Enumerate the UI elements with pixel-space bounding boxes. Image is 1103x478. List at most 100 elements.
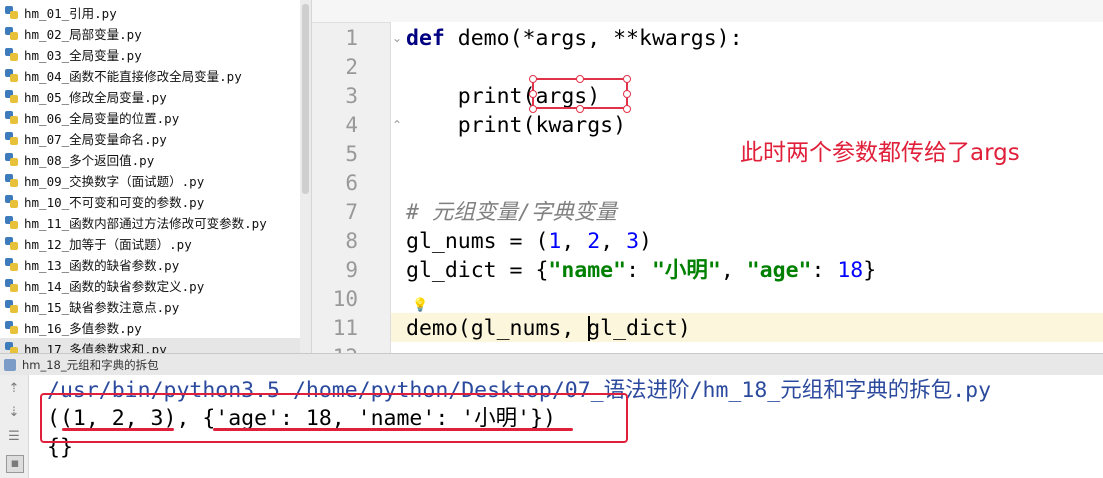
run-panel-header[interactable]: hm_18_元组和字典的拆包: [0, 353, 1103, 376]
code-editor[interactable]: [391, 22, 1103, 353]
line-number: 3: [345, 84, 358, 108]
file-name-label: hm_01_引用.py: [24, 6, 117, 21]
file-tree-item[interactable]: hm_03_全局变量.py: [0, 44, 300, 65]
file-name-label: hm_05_修改全局变量.py: [24, 90, 167, 105]
line-number: 8: [345, 229, 358, 253]
resize-handle: [623, 90, 631, 98]
file-tree-item[interactable]: hm_05_修改全局变量.py: [0, 86, 300, 107]
file-tree-item[interactable]: hm_08_多个返回值.py: [0, 149, 300, 170]
editor-top-bar: [312, 0, 1103, 23]
fold-open-icon[interactable]: ⌄: [392, 31, 402, 45]
code-text: demo(*args, **kwargs):: [444, 26, 743, 51]
python-file-icon: [5, 69, 18, 82]
file-name-label: hm_04_函数不能直接修改全局变量.py: [24, 69, 242, 84]
file-name-label: hm_08_多个返回值.py: [24, 153, 155, 168]
python-file-icon: [5, 6, 18, 19]
string-literal: "name": [548, 258, 627, 283]
file-tree-item[interactable]: hm_17_多值参数求和.py: [0, 338, 300, 353]
line-number: 11: [332, 316, 358, 340]
file-tree-scrollbar[interactable]: [300, 0, 312, 353]
code-text: ,: [561, 229, 588, 254]
lightbulb-icon[interactable]: 💡: [412, 298, 428, 313]
code-text: gl_dict = {: [406, 258, 549, 283]
number-literal: 1: [548, 229, 562, 254]
resize-handle: [576, 105, 584, 113]
scrollbar-thumb[interactable]: [302, 4, 309, 194]
resize-handle: [529, 105, 537, 113]
file-tree-item[interactable]: hm_13_函数的缺省参数.py: [0, 254, 300, 275]
code-text: }: [863, 258, 877, 283]
python-file-icon: [5, 279, 18, 292]
run-toolbar: ⇡ ⇣ ☰ ▪: [0, 375, 29, 478]
python-file-icon: [5, 90, 18, 103]
line-number: 6: [345, 171, 358, 195]
run-config-title: hm_18_元组和字典的拆包: [22, 357, 159, 372]
file-tree-item[interactable]: hm_02_局部变量.py: [0, 23, 300, 44]
code-line-4[interactable]: print(kwargs): [406, 111, 626, 140]
code-text: ,: [720, 258, 747, 283]
file-tree-item[interactable]: hm_09_交换数字（面试题）.py: [0, 170, 300, 191]
line-number: 7: [345, 200, 358, 224]
line-number: 2: [345, 55, 358, 79]
python-file-icon: [5, 216, 18, 229]
string-literal: "小明": [651, 258, 721, 283]
file-tree-item[interactable]: hm_16_多值参数.py: [0, 317, 300, 338]
code-line-9[interactable]: gl_dict = {"name": "小明", "age": 18}: [406, 256, 876, 285]
number-literal: 3: [626, 229, 640, 254]
line-number: 1: [345, 26, 358, 50]
line-number: 4: [345, 113, 358, 137]
line-number: 9: [345, 258, 358, 282]
python-file-icon: [5, 48, 18, 61]
print-icon[interactable]: ▪: [6, 455, 24, 473]
file-tree-item[interactable]: hm_10_不可变和可变的参数.py: [0, 191, 300, 212]
file-tree-item[interactable]: hm_12_加等于（面试题）.py: [0, 233, 300, 254]
scroll-down-icon[interactable]: ⇣: [6, 405, 22, 421]
python-run-icon: [4, 358, 16, 371]
file-name-label: hm_11_函数内部通过方法修改可变参数.py: [24, 216, 267, 231]
file-tree-item[interactable]: hm_07_全局变量命名.py: [0, 128, 300, 149]
soft-wrap-icon[interactable]: ☰: [6, 429, 22, 445]
code-line-1[interactable]: def demo(*args, **kwargs):: [406, 24, 743, 53]
code-text: gl_nums = (: [406, 229, 549, 254]
resize-handle: [623, 105, 631, 113]
scroll-up-icon[interactable]: ⇡: [6, 381, 22, 397]
code-text: :: [626, 258, 652, 283]
file-tree-item[interactable]: hm_06_全局变量的位置.py: [0, 107, 300, 128]
code-text: ): [639, 229, 652, 254]
string-literal: "age": [746, 258, 812, 283]
code-line-7[interactable]: # 元组变量/字典变量: [406, 198, 617, 227]
file-tree-item[interactable]: hm_04_函数不能直接修改全局变量.py: [0, 65, 300, 86]
file-name-label: hm_12_加等于（面试题）.py: [24, 237, 192, 252]
file-name-label: hm_16_多值参数.py: [24, 321, 142, 336]
file-name-label: hm_07_全局变量命名.py: [24, 132, 167, 147]
file-tree-item[interactable]: hm_11_函数内部通过方法修改可变参数.py: [0, 212, 300, 233]
file-name-label: hm_09_交换数字（面试题）.py: [24, 174, 205, 189]
file-tree-item[interactable]: hm_01_引用.py: [0, 2, 300, 23]
python-file-icon: [5, 195, 18, 208]
python-file-icon: [5, 132, 18, 145]
annotation-text: 此时两个参数都传给了args: [740, 140, 1020, 166]
resize-handle: [529, 90, 537, 98]
file-name-label: hm_10_不可变和可变的参数.py: [24, 195, 205, 210]
project-file-tree: hm_01_引用.py hm_02_局部变量.py hm_03_全局变量.py hm_…: [0, 0, 300, 353]
file-tree-item[interactable]: hm_14_函数的缺省参数定义.py: [0, 275, 300, 296]
text-cursor: [588, 316, 590, 341]
line-number: 10: [332, 287, 358, 311]
python-file-icon: [5, 258, 18, 271]
python-file-icon: [5, 174, 18, 187]
file-name-label: hm_15_缺省参数注意点.py: [24, 300, 180, 315]
underline-mark: [62, 428, 174, 431]
number-literal: 18: [837, 258, 864, 283]
output-highlight-box: [40, 393, 628, 443]
file-name-label: hm_17_多值参数求和.py: [24, 342, 167, 353]
fold-close-icon[interactable]: ⌃: [392, 118, 402, 132]
file-name-label: hm_14_函数的缺省参数定义.py: [24, 279, 205, 294]
python-file-icon: [5, 237, 18, 250]
python-file-icon: [5, 342, 18, 353]
underline-mark: [213, 428, 573, 431]
code-line-11[interactable]: demo(gl_nums, gl_dict): [406, 314, 691, 343]
line-number: 5: [345, 142, 358, 166]
file-tree-item[interactable]: hm_15_缺省参数注意点.py: [0, 296, 300, 317]
code-text: ,: [600, 229, 627, 254]
code-line-8[interactable]: gl_nums = (1, 2, 3): [406, 227, 652, 256]
